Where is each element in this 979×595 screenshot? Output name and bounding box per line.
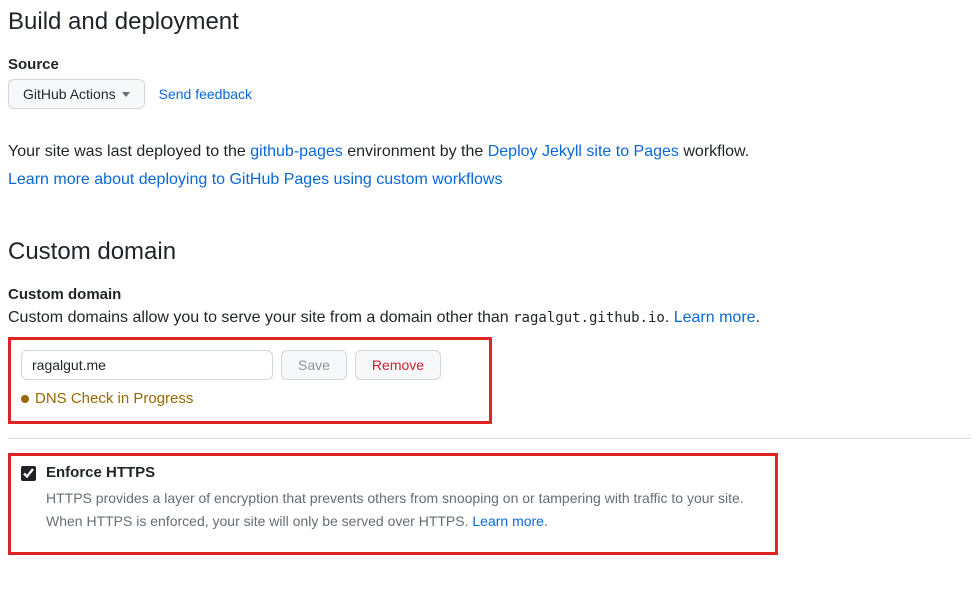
custom-domain-subhead: Custom domain: [8, 286, 971, 303]
custom-domain-desc: Custom domains allow you to serve your s…: [8, 309, 971, 327]
workflow-link[interactable]: Deploy Jekyll site to Pages: [488, 143, 679, 160]
send-feedback-link[interactable]: Send feedback: [159, 86, 252, 102]
chevron-down-icon: [122, 92, 130, 97]
custom-domain-learn-more-link[interactable]: Learn more: [674, 309, 756, 326]
status-dot-icon: [21, 395, 29, 403]
source-dropdown[interactable]: GitHub Actions: [8, 79, 145, 109]
github-pages-link[interactable]: github-pages: [250, 143, 343, 160]
custom-domain-title: Custom domain: [8, 238, 971, 266]
custom-domain-input[interactable]: [21, 350, 273, 380]
build-deployment-title: Build and deployment: [8, 8, 971, 36]
default-domain-text: ragalgut.github.io: [513, 310, 665, 326]
enforce-https-checkbox[interactable]: [21, 466, 36, 481]
custom-domain-highlight: Save Remove DNS Check in Progress: [8, 337, 492, 424]
deployed-text: Your site was last deployed to the githu…: [8, 139, 971, 165]
enforce-learn-more-link[interactable]: Learn more: [472, 513, 544, 529]
source-dropdown-label: GitHub Actions: [23, 86, 116, 102]
dns-status-text: DNS Check in Progress: [35, 390, 193, 407]
source-label: Source: [8, 56, 971, 73]
section-divider: [8, 438, 971, 439]
learn-more-workflows-link[interactable]: Learn more about deploying to GitHub Pag…: [8, 171, 502, 188]
save-button[interactable]: Save: [281, 350, 347, 380]
enforce-https-label: Enforce HTTPS: [46, 464, 744, 481]
remove-button[interactable]: Remove: [355, 350, 441, 380]
enforce-https-desc: HTTPS provides a layer of encryption tha…: [46, 487, 744, 532]
enforce-https-highlight: Enforce HTTPS HTTPS provides a layer of …: [8, 453, 778, 555]
